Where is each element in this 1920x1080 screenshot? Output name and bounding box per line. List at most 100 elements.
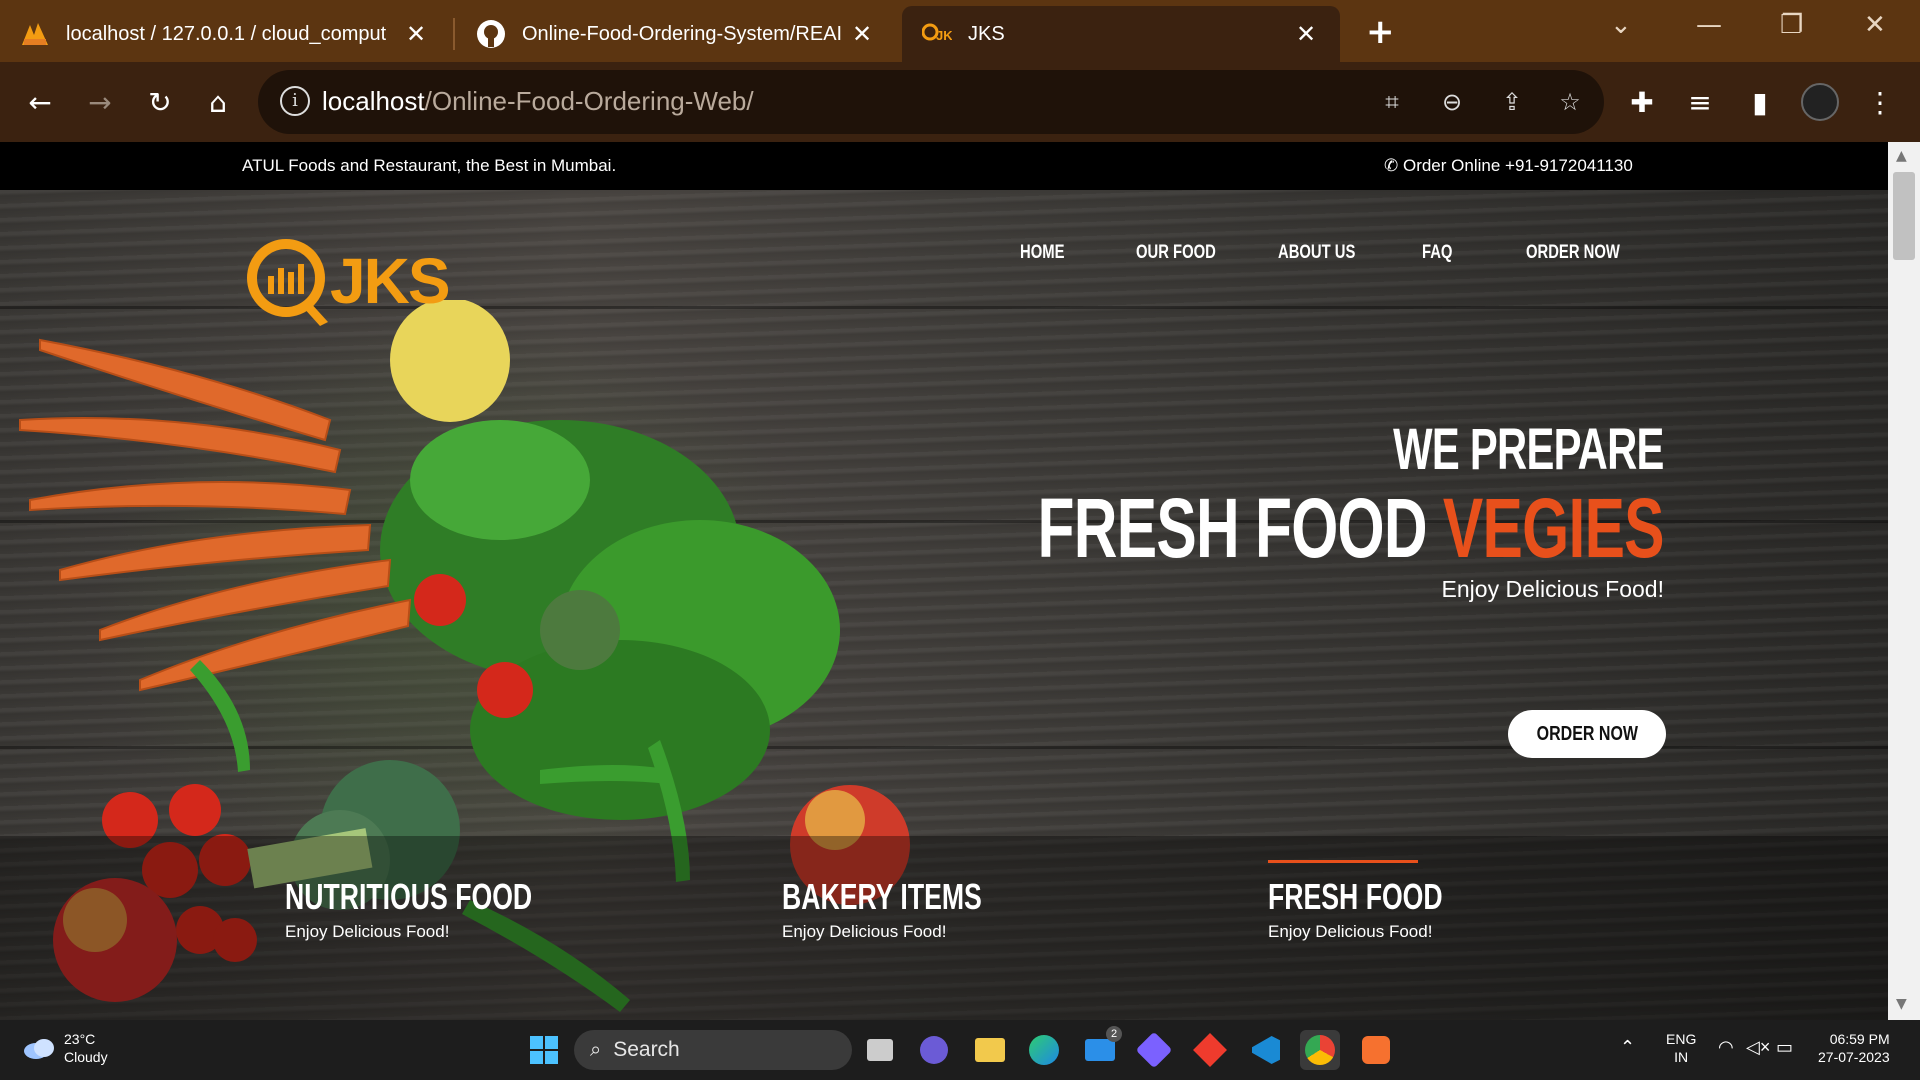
nav-faq[interactable]: FAQ bbox=[1422, 242, 1452, 264]
language-code: ENG bbox=[1666, 1031, 1697, 1047]
jks-logo-icon: JKS bbox=[922, 19, 952, 49]
bookmark-star-icon[interactable]: ☆ bbox=[1550, 82, 1590, 122]
reload-icon[interactable]: ↻ bbox=[138, 80, 182, 124]
region-code: IN bbox=[1674, 1049, 1689, 1065]
order-online-text: Order Online +91-9172041130 bbox=[1402, 156, 1633, 175]
order-online-phone[interactable]: ✆ Order Online +91-9172041130 bbox=[1384, 156, 1633, 176]
tab-title: Online-Food-Ordering-System/REAI bbox=[522, 22, 842, 45]
order-now-label: ORDER NOW bbox=[1536, 722, 1638, 745]
zoom-out-icon[interactable]: ⊖ bbox=[1432, 82, 1472, 122]
page-viewport: ATUL Foods and Restaurant, the Best in M… bbox=[0, 142, 1888, 1020]
github-icon bbox=[476, 19, 506, 49]
url-host: localhost bbox=[322, 86, 425, 116]
nav-about-us[interactable]: ABOUT US bbox=[1278, 242, 1355, 264]
clock[interactable]: 06:59 PM 27-07-2023 bbox=[1818, 1030, 1890, 1066]
feature-bakery-items[interactable]: BAKERY ITEMS Enjoy Delicious Food! bbox=[782, 876, 1052, 942]
weather-widget[interactable]: 23°C Cloudy bbox=[22, 1030, 108, 1066]
clock-date: 27-07-2023 bbox=[1818, 1049, 1890, 1065]
scroll-up-arrow-icon[interactable]: ▲ bbox=[1896, 148, 1907, 164]
svg-text:JKS: JKS bbox=[936, 28, 952, 43]
feature-title: BAKERY ITEMS bbox=[782, 876, 982, 917]
site-info-icon[interactable]: i bbox=[280, 86, 310, 116]
volume-muted-icon[interactable]: ◁× bbox=[1746, 1038, 1770, 1056]
browser-tab-phpmyadmin[interactable]: localhost / 127.0.0.1 / cloud_comput ✕ bbox=[0, 6, 450, 62]
new-tab-button[interactable]: + bbox=[1366, 12, 1395, 52]
side-panel-icon[interactable]: ▮ bbox=[1738, 80, 1782, 124]
scroll-down-arrow-icon[interactable]: ▼ bbox=[1896, 996, 1907, 1012]
close-icon[interactable]: ✕ bbox=[848, 20, 876, 49]
logo-text: JKS bbox=[330, 245, 450, 317]
feature-title: FRESH FOOD bbox=[1268, 876, 1443, 917]
anydesk-icon[interactable] bbox=[1190, 1030, 1230, 1070]
vscode-icon[interactable] bbox=[1246, 1030, 1286, 1070]
tab-search-chevron-icon[interactable]: ⌄ bbox=[1610, 10, 1632, 40]
file-explorer-icon[interactable] bbox=[970, 1030, 1010, 1070]
page-scrollbar[interactable]: ▲ ▼ bbox=[1888, 142, 1920, 1020]
clock-time: 06:59 PM bbox=[1829, 1031, 1890, 1047]
windows-start-icon[interactable] bbox=[524, 1030, 564, 1070]
site-logo[interactable]: JKS bbox=[244, 236, 450, 326]
language-indicator[interactable]: ENG IN bbox=[1666, 1030, 1696, 1066]
wifi-icon[interactable]: ◠ bbox=[1718, 1038, 1734, 1056]
restore-icon[interactable]: ❐ bbox=[1780, 10, 1803, 40]
teams-chat-icon[interactable] bbox=[914, 1030, 954, 1070]
translate-icon[interactable]: ⌗ bbox=[1372, 82, 1412, 122]
menu-kebab-icon[interactable]: ⋮ bbox=[1858, 80, 1902, 124]
hero-heading-line1: WE PREPARE bbox=[1393, 417, 1665, 482]
jks-logo-icon bbox=[247, 239, 328, 326]
chrome-icon[interactable] bbox=[1300, 1030, 1340, 1070]
feature-nutritious-food[interactable]: NUTRITIOUS FOOD Enjoy Delicious Food! bbox=[285, 876, 619, 942]
weather-temperature: 23°C bbox=[64, 1031, 96, 1047]
url-text[interactable]: localhost/Online-Food-Ordering-Web/ bbox=[322, 86, 754, 117]
scroll-thumb[interactable] bbox=[1893, 172, 1915, 260]
xampp-icon[interactable] bbox=[1356, 1030, 1396, 1070]
mail-icon[interactable]: 2 bbox=[1080, 1026, 1122, 1070]
extensions-icon[interactable]: ✚ bbox=[1620, 80, 1664, 124]
reading-list-icon[interactable]: ≡ bbox=[1678, 80, 1722, 124]
browser-tab-jks[interactable]: JKS JKS ✕ bbox=[902, 6, 1340, 62]
search-icon: ⌕ bbox=[590, 1038, 602, 1061]
close-icon[interactable]: ✕ bbox=[1292, 20, 1320, 49]
phone-icon: ✆ bbox=[1384, 156, 1403, 175]
feature-subtitle: Enjoy Delicious Food! bbox=[285, 922, 450, 941]
share-icon[interactable]: ⇪ bbox=[1492, 82, 1532, 122]
close-icon[interactable]: ✕ bbox=[402, 20, 430, 49]
battery-icon[interactable]: ▭ bbox=[1776, 1038, 1793, 1056]
windows-taskbar: 23°C Cloudy ⌕ Search 2 ⌃ ENG IN ◠ ◁× ▭ 0… bbox=[0, 1020, 1920, 1080]
active-feature-indicator bbox=[1268, 860, 1418, 863]
feature-fresh-food[interactable]: FRESH FOOD Enjoy Delicious Food! bbox=[1268, 876, 1504, 942]
back-icon[interactable]: ← bbox=[18, 80, 62, 124]
features-strip: NUTRITIOUS FOOD Enjoy Delicious Food! BA… bbox=[0, 836, 1888, 1020]
home-icon[interactable]: ⌂ bbox=[196, 80, 240, 124]
mail-badge: 2 bbox=[1106, 1026, 1122, 1042]
show-hidden-icons-chevron-icon[interactable]: ⌃ bbox=[1620, 1038, 1635, 1056]
site-top-bar: ATUL Foods and Restaurant, the Best in M… bbox=[0, 142, 1888, 190]
feature-subtitle: Enjoy Delicious Food! bbox=[782, 922, 947, 941]
hero-subtitle: Enjoy Delicious Food! bbox=[1441, 576, 1664, 602]
copilot-icon[interactable] bbox=[1134, 1030, 1174, 1070]
edge-browser-icon[interactable] bbox=[1024, 1030, 1064, 1070]
profile-avatar[interactable] bbox=[1798, 80, 1842, 124]
address-bar[interactable]: i localhost/Online-Food-Ordering-Web/ ⌗ … bbox=[258, 70, 1604, 134]
close-window-icon[interactable]: ✕ bbox=[1864, 10, 1886, 40]
minimize-icon[interactable]: — bbox=[1696, 10, 1722, 40]
nav-order-now[interactable]: ORDER NOW bbox=[1526, 242, 1620, 264]
feature-title: NUTRITIOUS FOOD bbox=[285, 876, 533, 917]
nav-home[interactable]: HOME bbox=[1020, 242, 1064, 264]
order-now-button[interactable]: ORDER NOW bbox=[1508, 710, 1666, 758]
task-view-icon[interactable] bbox=[860, 1030, 900, 1070]
nav-our-food[interactable]: OUR FOOD bbox=[1136, 242, 1216, 264]
forward-icon[interactable]: → bbox=[78, 80, 122, 124]
search-label: Search bbox=[613, 1038, 680, 1061]
url-path: /Online-Food-Ordering-Web/ bbox=[424, 86, 754, 116]
cloud-icon bbox=[24, 1039, 54, 1059]
hero-heading-main: FRESH FOOD bbox=[1037, 481, 1444, 575]
site-tagline: ATUL Foods and Restaurant, the Best in M… bbox=[242, 156, 617, 175]
browser-tab-github[interactable]: Online-Food-Ordering-System/REAI ✕ bbox=[456, 6, 896, 62]
hero-banner: JKS HOME OUR FOOD ABOUT US FAQ ORDER NOW… bbox=[0, 190, 1888, 1020]
tab-separator bbox=[453, 18, 455, 50]
hero-heading-accent: VEGIES bbox=[1443, 481, 1665, 575]
tab-title: localhost / 127.0.0.1 / cloud_comput bbox=[66, 22, 386, 45]
taskbar-search[interactable]: ⌕ Search bbox=[574, 1030, 852, 1070]
weather-description: Cloudy bbox=[64, 1049, 108, 1065]
